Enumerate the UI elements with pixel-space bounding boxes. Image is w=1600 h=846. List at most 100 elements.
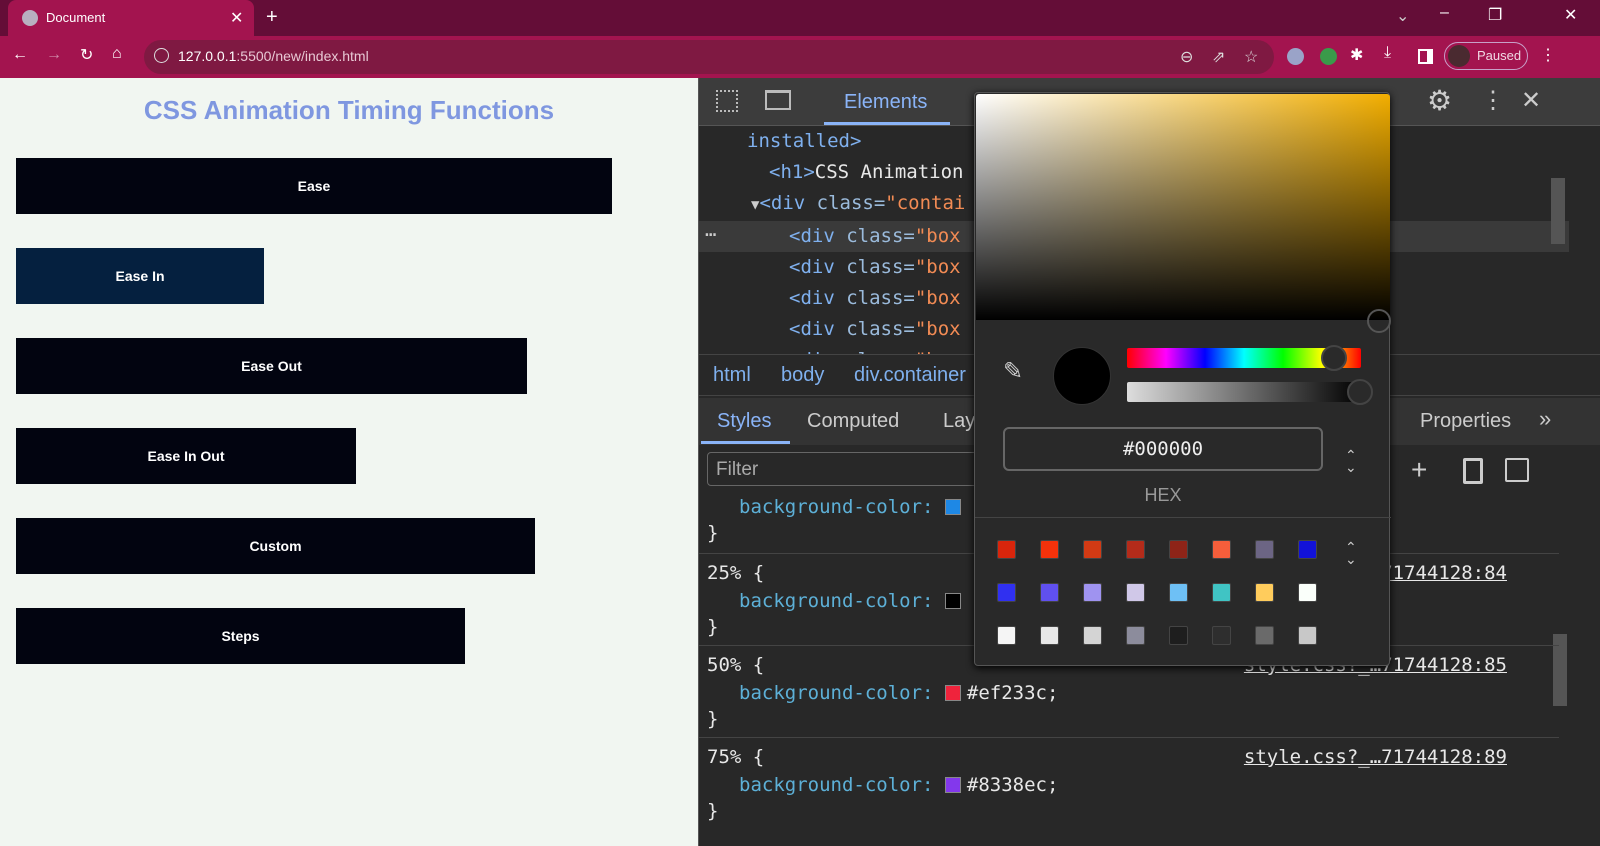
share-icon[interactable]: ⇗ [1212, 47, 1225, 67]
closing-brace: } [707, 708, 719, 730]
palette-swatch[interactable] [997, 540, 1016, 559]
close-devtools-icon[interactable]: ✕ [1521, 86, 1541, 115]
close-tab-icon[interactable]: ✕ [230, 8, 243, 28]
property-value[interactable]: #ef233c; [967, 682, 1059, 704]
robot-extension-icon[interactable] [1320, 48, 1337, 65]
extensions-puzzle-icon[interactable]: ✱ [1350, 45, 1363, 65]
new-style-rule-icon[interactable]: + [1411, 454, 1427, 486]
restore-icon[interactable]: ❐ [1488, 5, 1502, 25]
forward-icon[interactable]: → [46, 46, 62, 64]
tab-title: Document [46, 10, 106, 25]
more-options-icon[interactable]: ⋮ [1481, 86, 1505, 115]
palette-swatch[interactable] [1126, 583, 1145, 602]
tab-styles[interactable]: Styles [717, 410, 771, 433]
more-tabs-icon[interactable]: » [1539, 406, 1551, 432]
hue-handle[interactable] [1321, 345, 1347, 371]
bookmark-star-icon[interactable]: ☆ [1244, 47, 1258, 67]
site-info-icon[interactable] [154, 48, 169, 63]
palette-swatch[interactable] [1255, 583, 1274, 602]
palette-swatch[interactable] [1040, 626, 1059, 645]
side-panel-icon[interactable] [1418, 49, 1433, 64]
property-value[interactable]: #8338ec; [967, 774, 1059, 796]
saturation-value-area[interactable] [976, 94, 1390, 320]
back-icon[interactable]: ← [12, 46, 28, 64]
tab-layout[interactable]: Lay [943, 410, 975, 433]
reload-icon[interactable]: ↻ [80, 45, 93, 65]
palette-swatch[interactable] [1212, 626, 1231, 645]
selector[interactable]: 25% { [707, 560, 764, 586]
device-toolbar-icon[interactable] [765, 90, 791, 110]
closing-brace: } [707, 522, 719, 544]
property-name[interactable]: background-color: [739, 496, 933, 518]
palette-swatch[interactable] [1083, 540, 1102, 559]
tab-properties[interactable]: Properties [1420, 410, 1511, 433]
tab-strip: Document ✕ + ⌄ – ❐ ✕ [0, 0, 1600, 36]
palette-swatch[interactable] [1212, 583, 1231, 602]
eyedropper-icon[interactable]: ✎ [1003, 357, 1023, 386]
palette-swatch[interactable] [1169, 626, 1188, 645]
browser-tab[interactable]: Document ✕ [8, 0, 254, 36]
palette-swatch[interactable] [1126, 540, 1145, 559]
breadcrumb-container[interactable]: div.container [854, 364, 966, 387]
tab-computed[interactable]: Computed [807, 410, 899, 433]
property-name[interactable]: background-color: [739, 590, 933, 612]
color-swatch[interactable] [944, 499, 961, 515]
alpha-slider[interactable] [1127, 382, 1361, 402]
tab-elements[interactable]: Elements [844, 91, 927, 114]
palette-swatch[interactable] [1040, 583, 1059, 602]
breadcrumb-html[interactable]: html [713, 364, 751, 387]
palette-swatch[interactable] [1212, 540, 1231, 559]
browser-toolbar: ← → ↻ ⌂ 127.0.0.1:5500/new/index.html ⊖ … [0, 36, 1600, 78]
palette-swatch[interactable] [1169, 540, 1188, 559]
format-toggle-icon[interactable]: ⌃ ⌄ [1345, 448, 1357, 474]
breadcrumb-body[interactable]: body [781, 364, 824, 387]
ellipsis-icon[interactable]: … [705, 215, 716, 246]
palette-toggle-icon[interactable]: ⌃ ⌄ [1345, 540, 1357, 566]
toggle-sidebar-icon[interactable] [1505, 458, 1529, 482]
dom-scrollbar[interactable] [1551, 178, 1565, 244]
address-bar[interactable]: 127.0.0.1:5500/new/index.html ⊖ ⇗ ☆ [144, 40, 1274, 74]
window-close-icon[interactable]: ✕ [1564, 5, 1577, 25]
palette-swatch[interactable] [1083, 626, 1102, 645]
home-icon[interactable]: ⌂ [112, 45, 122, 63]
palette-swatch[interactable] [1298, 626, 1317, 645]
palette-swatch[interactable] [1126, 626, 1145, 645]
palette-swatch[interactable] [1298, 583, 1317, 602]
palette-swatch[interactable] [1255, 540, 1274, 559]
selector[interactable]: 50% { [707, 652, 764, 678]
property-name[interactable]: background-color: [739, 682, 933, 704]
property-name[interactable]: background-color: [739, 774, 933, 796]
divider [975, 517, 1391, 518]
zoom-icon[interactable]: ⊖ [1180, 47, 1193, 67]
source-link[interactable]: style.css?_…71744128:89 [1244, 744, 1507, 770]
download-icon[interactable]: ⤓ [1384, 44, 1391, 62]
palette-swatch[interactable] [1169, 583, 1188, 602]
minimize-icon[interactable]: – [1440, 4, 1449, 22]
profile-button[interactable]: Paused [1444, 42, 1528, 70]
chrome-menu-icon[interactable]: ⋮ [1540, 45, 1556, 65]
alpha-handle[interactable] [1347, 379, 1373, 405]
palette-swatch[interactable] [1298, 540, 1317, 559]
sv-cursor[interactable] [1367, 309, 1391, 333]
palette-swatch[interactable] [997, 583, 1016, 602]
palette-swatch[interactable] [997, 626, 1016, 645]
color-swatch[interactable] [944, 777, 961, 793]
box-ease: Ease [16, 158, 612, 214]
page-viewport: CSS Animation Timing Functions Ease Ease… [0, 78, 698, 846]
selector[interactable]: 75% { [707, 744, 764, 770]
settings-gear-icon[interactable]: ⚙ [1427, 84, 1452, 117]
inspect-element-icon[interactable] [716, 90, 738, 112]
color-swatch[interactable] [944, 593, 961, 609]
grammarly-extension-icon[interactable] [1287, 48, 1304, 65]
palette-swatch[interactable] [1255, 626, 1274, 645]
palette-swatch[interactable] [1083, 583, 1102, 602]
globe-icon [22, 10, 38, 26]
box-steps: Steps [16, 608, 465, 664]
tab-search-icon[interactable]: ⌄ [1396, 6, 1409, 26]
new-tab-icon[interactable]: + [266, 6, 278, 29]
format-painter-icon[interactable] [1463, 458, 1483, 484]
hex-input[interactable]: #000000 [1003, 427, 1323, 471]
color-preview [1053, 347, 1111, 405]
color-swatch[interactable] [944, 685, 961, 701]
palette-swatch[interactable] [1040, 540, 1059, 559]
